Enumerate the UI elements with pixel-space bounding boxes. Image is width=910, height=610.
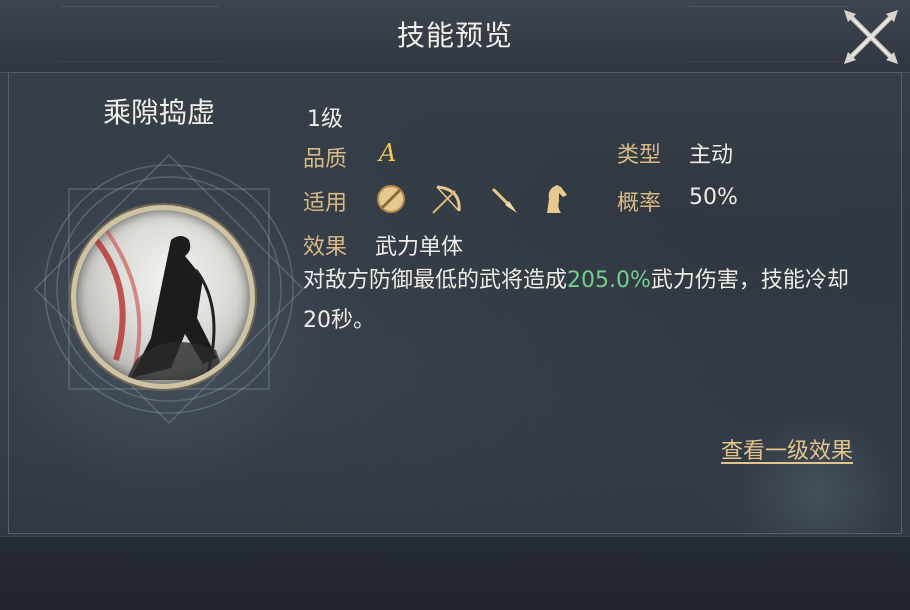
type-label: 类型 bbox=[617, 143, 662, 168]
shield-icon bbox=[373, 181, 409, 217]
chance-label: 概率 bbox=[617, 191, 662, 216]
quality-label: 品质 bbox=[303, 147, 348, 172]
type-value: 主动 bbox=[689, 143, 734, 168]
skill-preview-dialog: 技能预览 乘隙捣虚 1级 品质 A 类型 主动 适用 概率 50% 效果 武力单… bbox=[0, 0, 910, 610]
skill-detail-panel: 乘隙捣虚 1级 品质 A 类型 主动 适用 概率 50% 效果 武力单体 对敌方… bbox=[8, 72, 902, 534]
close-x-icon bbox=[844, 10, 898, 64]
dialog-header: 技能预览 bbox=[0, 0, 910, 73]
applicable-label: 适用 bbox=[303, 191, 348, 216]
skill-description: 对敌方防御最低的武将造成205.0%武力伤害，技能冷却20秒。 bbox=[303, 261, 873, 341]
chance-value: 50% bbox=[689, 185, 738, 210]
skill-level: 1级 bbox=[307, 107, 343, 132]
skill-name: 乘隙捣虚 bbox=[102, 96, 215, 129]
warrior-silhouette-icon bbox=[93, 228, 226, 381]
skill-portrait bbox=[71, 205, 255, 389]
damage-percentage: 205.0% bbox=[567, 268, 651, 293]
view-level1-effect-link[interactable]: 查看一级效果 bbox=[721, 433, 853, 465]
bow-icon bbox=[429, 181, 465, 217]
horse-icon bbox=[537, 181, 573, 217]
dialog-title: 技能预览 bbox=[396, 19, 513, 52]
quality-value: A bbox=[379, 139, 397, 167]
close-button[interactable] bbox=[840, 6, 902, 68]
effect-value: 武力单体 bbox=[375, 235, 464, 260]
effect-label: 效果 bbox=[303, 235, 348, 260]
spear-icon bbox=[485, 181, 521, 217]
description-text: 对敌方防御最低的武将造成 bbox=[303, 268, 568, 293]
dialog-footer bbox=[0, 536, 910, 610]
